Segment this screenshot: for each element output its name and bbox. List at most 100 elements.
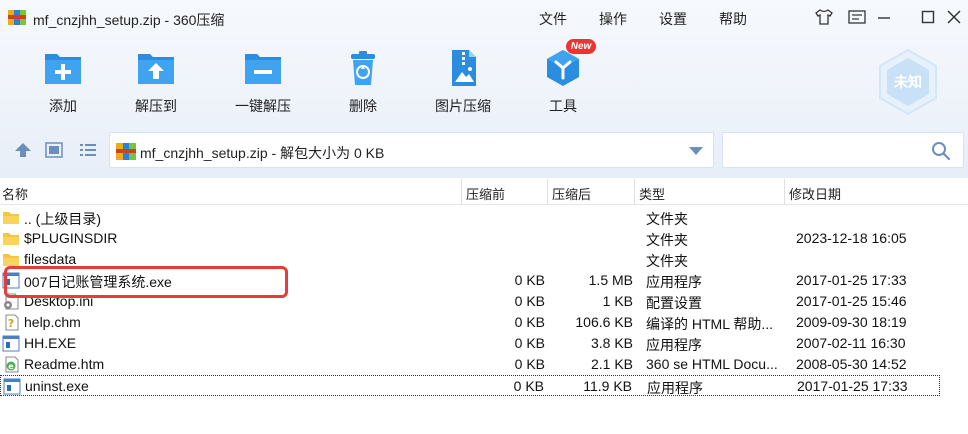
file-date: 2023-12-18 16:05 <box>796 230 907 246</box>
menu-file[interactable]: 文件 <box>539 9 567 29</box>
maximize-button[interactable] <box>917 7 939 27</box>
window-title: mf_cnzjhh_setup.zip - 360压缩 <box>33 12 225 28</box>
folder-icon <box>3 254 19 266</box>
image-compress-icon <box>452 50 476 86</box>
file-row[interactable]: e Readme.htm 0 KB 2.1 KB 360 se HTML Doc… <box>0 354 968 375</box>
title-bar: mf_cnzjhh_setup.zip - 360压缩 文件 操作 设置 帮助 <box>0 0 968 34</box>
menu-help[interactable]: 帮助 <box>719 9 747 29</box>
file-before-size: 0 KB <box>514 272 545 288</box>
search-icon[interactable] <box>931 141 951 161</box>
file-name: help.chm <box>24 314 81 330</box>
column-separator[interactable] <box>784 179 785 205</box>
column-type[interactable]: 类型 <box>639 184 665 203</box>
up-arrow-icon[interactable] <box>14 142 32 158</box>
close-icon <box>947 10 961 24</box>
file-type: 360 se HTML Docu... <box>646 356 778 372</box>
one-click-extract-label: 一键解压 <box>235 98 291 114</box>
shirt-icon <box>815 9 833 25</box>
html-file-icon: e <box>5 356 19 373</box>
file-after-size: 3.8 KB <box>590 335 633 351</box>
file-type: 配置设置 <box>646 295 702 311</box>
zip-archive-icon <box>8 10 26 25</box>
settings-file-icon <box>4 293 19 310</box>
file-type: 应用程序 <box>646 274 702 290</box>
exe-file-icon <box>3 378 21 395</box>
avatar-text: 未知 <box>894 74 922 91</box>
file-type: 文件夹 <box>646 232 688 248</box>
file-after-size: 1 KB <box>602 293 633 309</box>
help-file-icon: ? <box>5 314 19 331</box>
svg-text:?: ? <box>8 317 14 330</box>
file-row[interactable]: $PLUGINSDIR 文件夹 2023-12-18 16:05 <box>0 228 968 249</box>
one-click-extract-icon <box>245 54 281 84</box>
list-view-icon[interactable] <box>79 142 97 158</box>
extract-to-button[interactable]: 解压到 <box>114 46 194 118</box>
file-row[interactable]: Desktop.ini 0 KB 1 KB 配置设置 2017-01-25 15… <box>0 291 968 312</box>
column-header: 名称 压缩前 压缩后 类型 修改日期 <box>0 179 968 205</box>
file-before-size: 0 KB <box>513 378 544 394</box>
file-date: 2008-05-30 14:52 <box>796 356 907 372</box>
column-after-size[interactable]: 压缩后 <box>552 184 591 203</box>
user-avatar-icon[interactable]: 未知 <box>876 48 940 116</box>
minimize-icon <box>878 17 890 19</box>
image-compress-button[interactable]: 图片压缩 <box>421 46 501 118</box>
maximize-icon <box>921 10 935 24</box>
file-date: 2009-09-30 18:19 <box>796 314 907 330</box>
file-name: $PLUGINSDIR <box>24 230 118 246</box>
column-separator[interactable] <box>547 179 548 205</box>
column-before-size[interactable]: 压缩前 <box>466 184 505 203</box>
dropdown-arrow-icon[interactable] <box>689 147 703 155</box>
column-separator[interactable] <box>634 179 635 205</box>
file-type: 应用程序 <box>647 380 703 396</box>
file-type: 编译的 HTML 帮助... <box>646 316 774 332</box>
column-name[interactable]: 名称 <box>2 184 28 203</box>
file-after-size: 2.1 KB <box>590 356 633 372</box>
delete-button[interactable]: 删除 <box>321 46 401 118</box>
file-name: HH.EXE <box>24 335 77 351</box>
file-row-parent[interactable]: .. (上级目录) 文件夹 <box>0 207 968 228</box>
address-bar[interactable]: mf_cnzjhh_setup.zip - 解包大小为 0 KB <box>109 132 714 168</box>
menu-operation[interactable]: 操作 <box>599 9 627 29</box>
zip-archive-icon <box>116 143 136 160</box>
add-label: 添加 <box>49 98 77 114</box>
file-after-size: 106.6 KB <box>575 314 633 330</box>
column-separator[interactable] <box>461 179 462 205</box>
file-before-size: 0 KB <box>514 293 545 309</box>
svg-text:e: e <box>8 362 14 371</box>
tools-button[interactable]: 工具 <box>521 46 601 118</box>
file-name: Desktop.ini <box>24 293 94 309</box>
file-date: 2007-02-11 16:30 <box>796 335 906 351</box>
file-date: 2017-01-25 17:33 <box>796 272 907 288</box>
file-row[interactable]: ? help.chm 0 KB 106.6 KB 编译的 HTML 帮助... … <box>0 312 968 333</box>
image-compress-label: 图片压缩 <box>435 98 491 114</box>
file-row-focused[interactable]: uninst.exe 0 KB 11.9 KB 应用程序 2017-01-25 … <box>0 375 940 396</box>
feedback-button[interactable] <box>846 7 868 27</box>
exe-file-icon <box>2 335 20 352</box>
file-row[interactable]: HH.EXE 0 KB 3.8 KB 应用程序 2007-02-11 16:30 <box>0 333 968 354</box>
file-name: filesdata <box>24 251 77 267</box>
search-box[interactable] <box>722 132 964 168</box>
file-row[interactable]: 007日记账管理系统.exe 0 KB 1.5 MB 应用程序 2017-01-… <box>0 270 968 291</box>
file-before-size: 0 KB <box>514 335 545 351</box>
tools-icon <box>547 50 579 86</box>
close-button[interactable] <box>943 7 965 27</box>
add-icon <box>45 54 81 84</box>
add-button[interactable]: 添加 <box>21 46 101 118</box>
file-type: 文件夹 <box>646 253 688 269</box>
file-name: Readme.htm <box>24 356 105 372</box>
file-after-size: 11.9 KB <box>583 378 632 394</box>
file-type: 应用程序 <box>646 337 702 353</box>
extract-to-icon <box>138 54 174 84</box>
menu-settings[interactable]: 设置 <box>659 9 687 29</box>
one-click-extract-button[interactable]: 一键解压 <box>221 46 301 118</box>
skin-button[interactable] <box>813 7 835 27</box>
address-path: mf_cnzjhh_setup.zip - 解包大小为 0 KB <box>140 145 385 161</box>
minimize-button[interactable] <box>873 7 895 27</box>
app-window: mf_cnzjhh_setup.zip - 360压缩 文件 操作 设置 帮助 <box>0 0 968 434</box>
search-input[interactable] <box>729 139 929 163</box>
file-row[interactable]: filesdata 文件夹 <box>0 249 968 270</box>
message-icon <box>848 10 866 24</box>
file-name: .. (上级目录) <box>24 211 101 227</box>
thumbnail-view-icon[interactable] <box>45 142 63 158</box>
column-date[interactable]: 修改日期 <box>789 184 841 203</box>
